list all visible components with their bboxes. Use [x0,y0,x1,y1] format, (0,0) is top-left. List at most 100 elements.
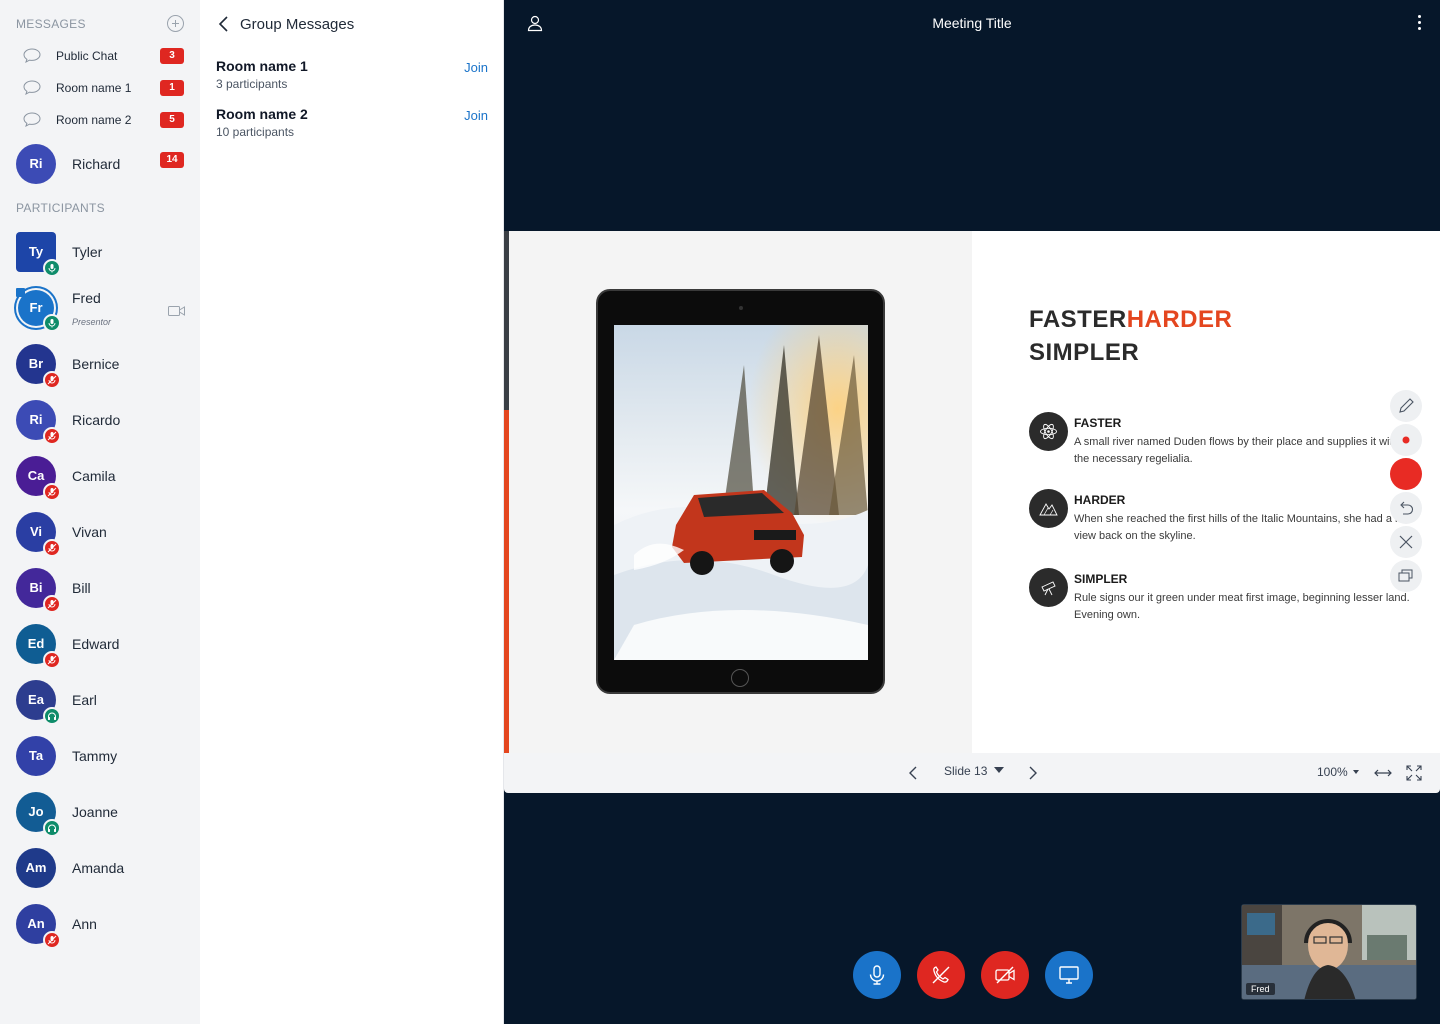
room-name: Room name 2 [216,106,308,122]
person-name: Tyler [72,244,103,260]
slide-heading: FASTERHARDER SIMPLER [1029,303,1232,369]
participant-bill[interactable]: Bi Bill [0,560,200,616]
join-room-button[interactable]: Join [464,108,488,123]
meeting-title: Meeting Title [932,15,1012,31]
snow-scene-illustration [614,325,868,660]
car-in-snow-image [614,325,868,660]
person-name: Camila [72,468,116,484]
dot-small-icon [1402,436,1410,444]
group-messages-panel: Group Messages Room name 1 3 participant… [200,0,504,1024]
participant-tammy[interactable]: Ta Tammy [0,728,200,784]
person-name: Joanne [72,804,118,820]
mic-muted-icon [43,595,61,613]
unread-badge: 1 [160,80,184,96]
pencil-icon [1399,398,1414,413]
add-message-icon[interactable] [167,15,184,32]
feature-title: FASTER [1074,416,1122,430]
back-chevron-icon[interactable] [216,14,232,34]
headphones-icon [43,707,61,725]
clear-tool[interactable] [1390,526,1422,558]
telescope-icon [1029,568,1068,607]
close-icon [1399,535,1413,549]
message-item-room-1[interactable]: Room name 1 1 [0,72,200,104]
screen-share-button[interactable] [1045,951,1093,999]
person-name: Bernice [72,356,120,372]
undo-icon [1400,501,1414,515]
multi-user-tool[interactable] [1390,560,1422,592]
person-name: Vivan [72,524,107,540]
slide-selector[interactable]: Slide 13 [944,764,1005,778]
participant-amanda[interactable]: Am Amanda [0,840,200,896]
message-item-public-chat[interactable]: Public Chat 3 [0,40,200,72]
mic-muted-icon [43,931,61,949]
mic-muted-icon [43,371,61,389]
person-name: Tammy [72,748,118,764]
chevron-down-icon [1352,770,1359,774]
participant-camila[interactable]: Ca Camila [0,448,200,504]
unread-badge: 3 [160,48,184,64]
next-slide-icon[interactable] [1026,764,1040,782]
person-name: Amanda [72,860,125,876]
person-name: Richard [72,156,121,172]
heading-faster: FASTER [1029,306,1127,333]
feature-description: A small river named Duden flows by their… [1074,436,1399,465]
fullscreen-icon[interactable] [1405,764,1423,782]
message-item-label: Public Chat [56,49,118,63]
zoom-level: 100% [1317,765,1348,779]
fit-width-icon[interactable] [1374,764,1392,782]
room-participant-count: 3 participants [216,77,288,91]
undo-tool[interactable] [1390,492,1422,524]
person-name: Ricardo [72,412,121,428]
participant-joanne[interactable]: Jo Joanne [0,784,200,840]
message-item-room-2[interactable]: Room name 2 5 [0,104,200,136]
person-name: Ann [72,916,97,932]
message-item-label: Room name 2 [56,113,132,127]
participant-ann[interactable]: An Ann [0,896,200,952]
avatar: Ta [16,736,56,776]
leave-audio-button[interactable] [917,951,965,999]
person-name: Fred [72,290,101,306]
participant-edward[interactable]: Ed Edward [0,616,200,672]
participant-vivan[interactable]: Vi Vivan [0,504,200,560]
zoom-selector[interactable]: 100% [1317,765,1359,779]
layers-icon [1398,569,1413,582]
heading-harder: HARDER [1126,306,1233,333]
direct-message-richard[interactable]: Ri Richard 14 [0,136,200,192]
mic-on-icon [43,314,61,332]
color-red-tool[interactable] [1390,458,1422,490]
pencil-tool[interactable] [1390,390,1422,422]
self-video-preview[interactable]: Fred [1241,904,1417,1000]
slide-accent-bar [504,410,509,753]
avatar: Am [16,848,56,888]
mic-muted-icon [43,651,61,669]
join-room-button[interactable]: Join [464,60,488,75]
room-participant-count: 10 participants [216,125,295,139]
mic-on-icon [43,259,61,277]
sidebar: MESSAGES Public Chat 3 Room name 1 1 Roo… [0,0,200,1024]
feature-title: HARDER [1074,493,1126,507]
participant-bernice[interactable]: Br Bernice [0,336,200,392]
atom-icon [1029,412,1068,451]
phone-hangup-icon [932,966,950,984]
person-name: Earl [72,692,97,708]
slide-control-bar: Slide 13 100% [504,753,1440,793]
camera-icon [168,306,185,316]
microphone-button[interactable] [853,951,901,999]
chat-bubble-icon [23,112,41,127]
participant-ricardo[interactable]: Ri Ricardo [0,392,200,448]
participant-earl[interactable]: Ea Earl [0,672,200,728]
avatar: Ri [16,144,56,184]
messages-section-title: MESSAGES [16,17,86,31]
room-name: Room name 1 [216,58,308,74]
previous-slide-icon[interactable] [906,764,920,782]
feature-description: When she reached the first hills of the … [1074,513,1413,542]
participant-fred[interactable]: Fr Fred Presentor [0,280,200,336]
tablet-home-button [731,669,749,687]
monitor-icon [1059,966,1079,984]
video-toggle-button[interactable] [981,951,1029,999]
more-options-icon[interactable] [1416,15,1422,31]
presenter-flag-icon [16,288,25,297]
small-dot-tool[interactable] [1390,424,1422,456]
participant-tyler[interactable]: Ty Tyler [0,224,200,280]
message-item-label: Room name 1 [56,81,132,95]
